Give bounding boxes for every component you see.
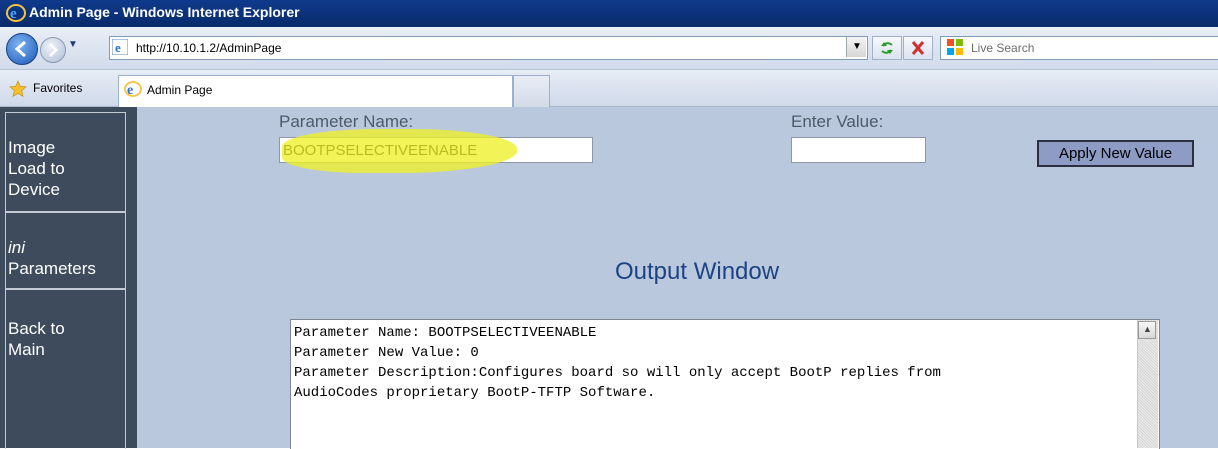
sidebar-item-label[interactable]: Device	[8, 179, 125, 200]
recent-pages-dropdown-icon[interactable]: ▼	[68, 39, 78, 50]
sidebar-item-back-to-main[interactable]: Back to Main	[5, 289, 126, 449]
ie-page-icon: e	[124, 81, 142, 98]
svg-text:e: e	[115, 40, 121, 55]
output-scrollbar[interactable]	[1137, 320, 1158, 448]
tab-label[interactable]: Admin Page	[147, 83, 212, 97]
favorites-button[interactable]: Favorites	[33, 81, 82, 95]
sidebar-item-label[interactable]: Main	[8, 339, 125, 360]
sidebar-item-label[interactable]: Image	[8, 137, 125, 158]
parameter-name-label: Parameter Name:	[279, 112, 414, 131]
stop-icon	[911, 41, 925, 55]
refresh-icon	[881, 42, 893, 54]
scroll-up-button[interactable]: ▲	[1138, 321, 1156, 339]
svg-text:e: e	[127, 83, 133, 98]
sidebar-item-label[interactable]: Back to	[8, 318, 125, 339]
sidebar-item-image-load[interactable]: Image Load to Device	[5, 112, 126, 212]
sidebar-item-ini-parameters[interactable]: ini Parameters	[5, 212, 126, 289]
enter-value-label: Enter Value:	[791, 112, 884, 131]
address-url[interactable]: http://10.10.1.2/AdminPage	[136, 41, 281, 55]
output-window-title: Output Window	[615, 258, 780, 285]
address-dropdown-button[interactable]: ▼	[846, 37, 866, 57]
arrow-right-icon	[49, 43, 58, 57]
ie-logo-icon: e	[6, 4, 26, 22]
stop-button[interactable]	[903, 36, 933, 60]
output-line: Parameter Name: BOOTPSELECTIVEENABLE	[294, 325, 597, 341]
enter-value-input[interactable]	[791, 137, 926, 163]
sidebar-item-label[interactable]: Load to	[8, 158, 125, 179]
parameter-name-input[interactable]	[279, 137, 593, 163]
refresh-button[interactable]	[872, 36, 902, 60]
window-title: Admin Page - Windows Internet Explorer	[29, 4, 300, 20]
new-tab-button[interactable]	[513, 75, 550, 107]
live-search-icon	[947, 39, 963, 55]
forward-button[interactable]	[40, 37, 66, 63]
arrow-left-icon	[14, 40, 26, 58]
sidebar-item-label[interactable]: Parameters	[8, 258, 125, 279]
chevron-down-icon: ▼	[852, 41, 862, 52]
svg-text:e: e	[10, 6, 17, 22]
output-line: AudioCodes proprietary BootP-TFTP Softwa…	[294, 385, 656, 401]
back-button[interactable]	[6, 33, 38, 65]
favorites-star-icon[interactable]	[9, 80, 27, 98]
sidebar-item-label[interactable]: ini	[8, 237, 125, 258]
output-line: Parameter New Value: 0	[294, 345, 479, 361]
page-ie-icon: e	[112, 39, 128, 55]
search-placeholder[interactable]: Live Search	[971, 41, 1034, 55]
apply-new-value-button[interactable]: Apply New Value	[1037, 140, 1194, 167]
arrow-up-icon: ▲	[1143, 324, 1152, 334]
output-line: Parameter Description:Configures board s…	[294, 365, 941, 381]
output-text: Parameter Name: BOOTPSELECTIVEENABLE Para…	[294, 323, 941, 403]
